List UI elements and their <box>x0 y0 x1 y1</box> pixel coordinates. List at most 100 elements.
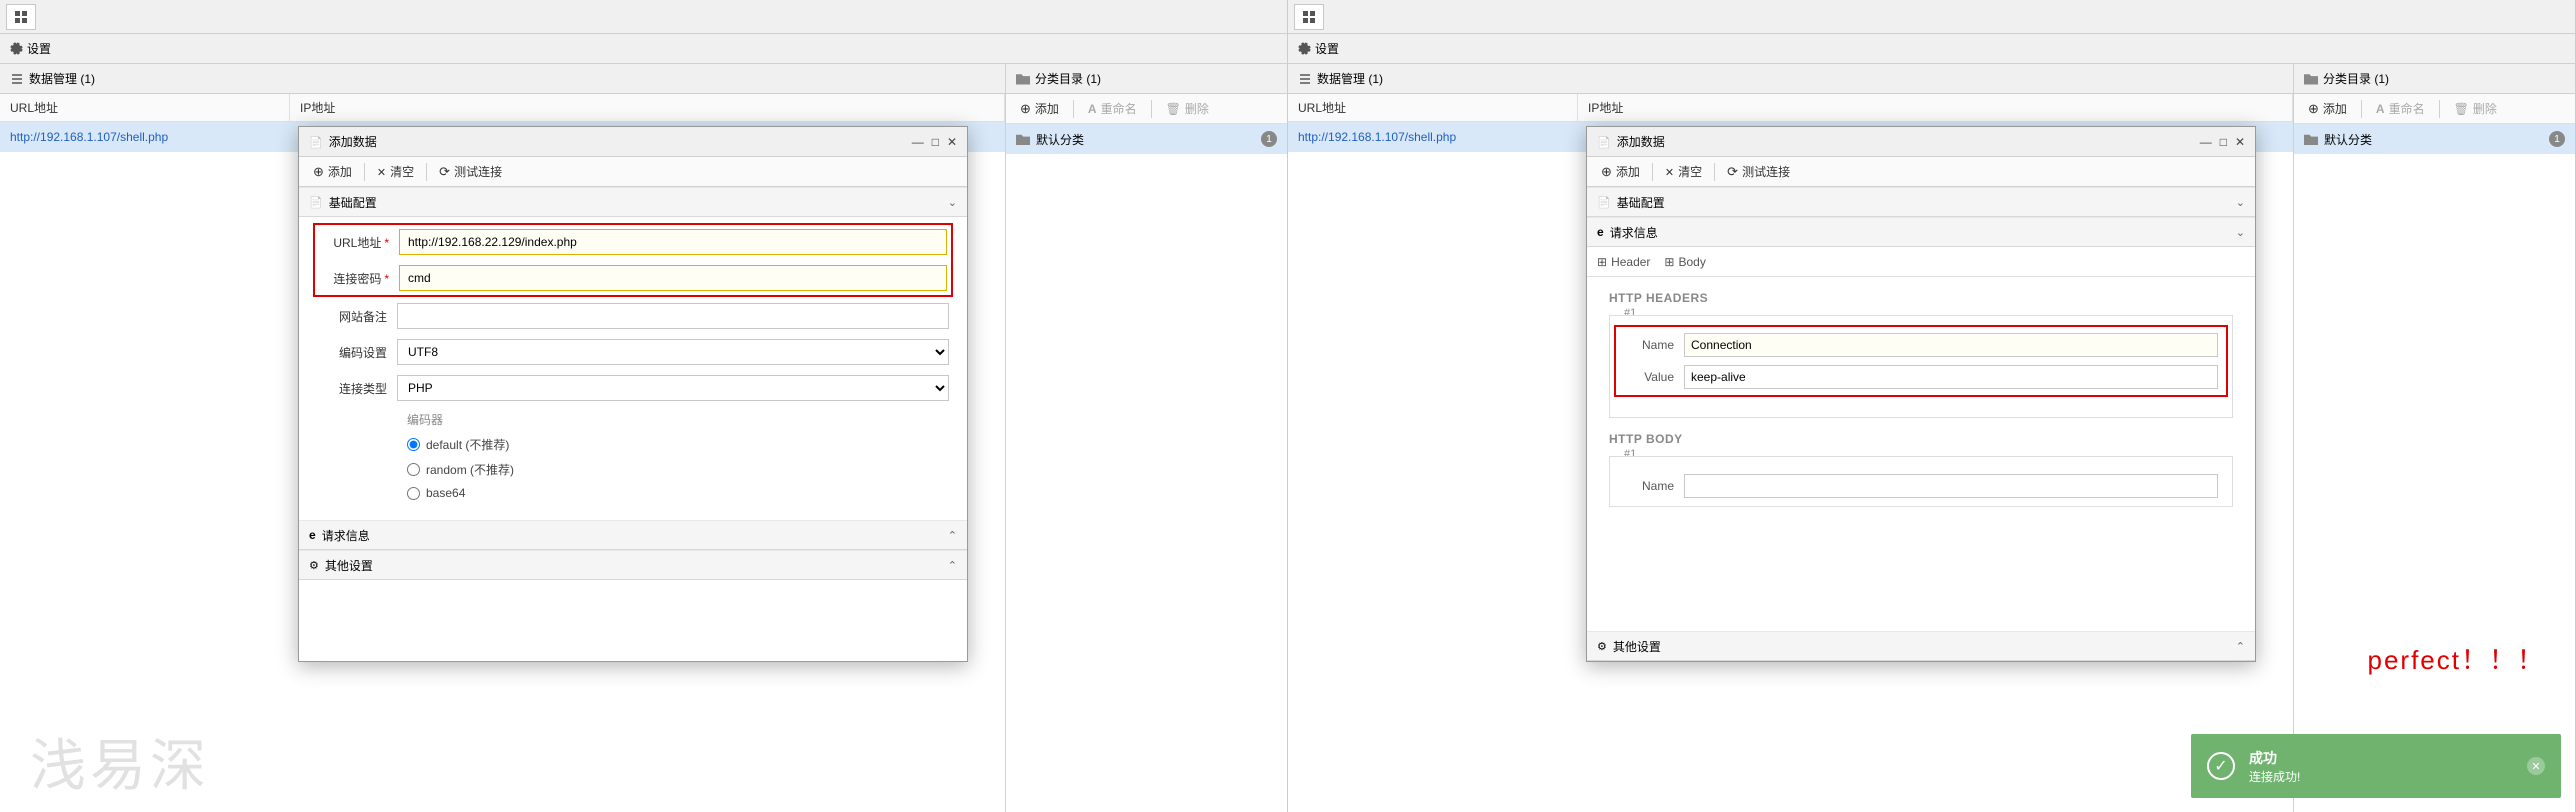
delete-button[interactable]: 🗑删除 <box>2446 97 2505 121</box>
close-button[interactable]: ✕ <box>947 135 957 149</box>
toast-subtitle: 连接成功! <box>2249 768 2300 785</box>
radio-base64[interactable]: base64 <box>407 486 949 500</box>
tab-body[interactable]: ⊞Body <box>1664 248 1705 276</box>
input-url[interactable] <box>399 229 947 255</box>
input-header-name[interactable] <box>1684 333 2218 357</box>
rename-icon: A <box>2376 102 2385 116</box>
table-header: URL地址 IP地址 <box>1288 94 2293 122</box>
toolbar-clear[interactable]: 清空 <box>369 160 422 184</box>
encoder-title: 编码器 <box>407 411 949 428</box>
trash-icon: 🗑 <box>2454 102 2469 116</box>
section-request[interactable]: 请求信息 ⌃ <box>299 520 967 550</box>
toolbar-add[interactable]: 添加 <box>1593 160 1648 184</box>
request-tabs: ⊞Header ⊞Body <box>1587 247 2255 277</box>
tab-header[interactable]: ⊞Header <box>1597 248 1650 276</box>
add-button[interactable]: 添加 <box>1012 97 1067 121</box>
settings-bar[interactable]: 设置 <box>1288 34 2575 64</box>
plus-icon <box>1601 164 1612 180</box>
trash-icon: 🗑 <box>1166 102 1181 116</box>
divider <box>1151 100 1152 118</box>
refresh-icon <box>439 164 450 180</box>
dialog-titlebar[interactable]: 添加数据 — □ ✕ <box>1587 127 2255 157</box>
edge-icon <box>309 528 316 542</box>
folder-row[interactable]: 默认分类 1 <box>2294 124 2575 154</box>
select-type[interactable]: PHP <box>397 375 949 401</box>
divider <box>1073 100 1074 118</box>
col-url[interactable]: URL地址 <box>0 94 290 121</box>
settings-label: 设置 <box>27 40 51 57</box>
document-icon <box>1597 135 1611 149</box>
data-pane-header: 数据管理 (1) <box>0 64 1005 94</box>
row-value: Value <box>1624 365 2218 389</box>
folder-icon <box>1016 133 1030 145</box>
category-header: 分类目录 (1) <box>2294 64 2575 94</box>
x-icon <box>1665 165 1674 179</box>
toolbar-test[interactable]: 测试连接 <box>1719 160 1798 184</box>
input-body-name[interactable] <box>1684 474 2218 498</box>
highlight-box: URL地址* 连接密码* <box>313 223 953 297</box>
label-password: 连接密码* <box>319 270 399 287</box>
label-note: 网站备注 <box>317 308 397 325</box>
section-basic[interactable]: 基础配置 ⌄ <box>299 187 967 217</box>
settings-label: 设置 <box>1315 40 1339 57</box>
dialog-titlebar[interactable]: 添加数据 — □ ✕ <box>299 127 967 157</box>
http-headers-title: HTTP HEADERS <box>1609 291 2233 305</box>
plus-square-icon: ⊞ <box>1597 255 1607 269</box>
delete-button[interactable]: 🗑删除 <box>1158 97 1217 121</box>
label-name: Name <box>1624 338 1684 352</box>
grid-view-button[interactable] <box>1294 4 1324 30</box>
radio-default[interactable]: default (不推荐) <box>407 436 949 453</box>
maximize-button[interactable]: □ <box>2220 135 2227 149</box>
cog-icon <box>1597 639 1607 653</box>
plus-icon <box>1020 101 1031 117</box>
col-ip[interactable]: IP地址 <box>1578 94 2293 121</box>
settings-bar[interactable]: 设置 <box>0 34 1287 64</box>
dialog-toolbar: 添加 清空 测试连接 <box>299 157 967 187</box>
section-other[interactable]: 其他设置 ⌃ <box>299 550 967 580</box>
chevron-down-icon: ⌄ <box>2236 226 2245 239</box>
label-encoding: 编码设置 <box>317 344 397 361</box>
rename-button[interactable]: A重命名 <box>2368 97 2433 121</box>
close-button[interactable]: ✕ <box>2235 135 2245 149</box>
add-button[interactable]: 添加 <box>2300 97 2355 121</box>
gear-icon <box>10 42 23 55</box>
folder-row[interactable]: 默认分类 1 <box>1006 124 1287 154</box>
chevron-down-icon: ⌄ <box>2236 196 2245 209</box>
select-encoding[interactable]: UTF8 <box>397 339 949 365</box>
input-note[interactable] <box>397 303 949 329</box>
toolbar-clear[interactable]: 清空 <box>1657 160 1710 184</box>
chevron-down-icon: ⌄ <box>948 196 957 209</box>
minimize-button[interactable]: — <box>2200 135 2212 149</box>
input-password[interactable] <box>399 265 947 291</box>
toolbar-add[interactable]: 添加 <box>305 160 360 184</box>
cog-icon <box>309 558 319 572</box>
row-encoding: 编码设置 UTF8 <box>317 339 949 365</box>
grid-view-button[interactable] <box>6 4 36 30</box>
data-mgmt-title: 数据管理 (1) <box>29 70 95 87</box>
add-data-dialog: 添加数据 — □ ✕ 添加 清空 测试连接 基础配置 ⌄ 请求信息 ⌄ ⊞Hea… <box>1586 126 2256 662</box>
section-other[interactable]: 其他设置 ⌃ <box>1587 631 2255 661</box>
col-ip[interactable]: IP地址 <box>290 94 1005 121</box>
input-header-value[interactable] <box>1684 365 2218 389</box>
section-basic[interactable]: 基础配置 ⌄ <box>1587 187 2255 217</box>
section-request[interactable]: 请求信息 ⌄ <box>1587 217 2255 247</box>
col-url[interactable]: URL地址 <box>1288 94 1578 121</box>
radio-random[interactable]: random (不推荐) <box>407 461 949 478</box>
maximize-button[interactable]: □ <box>932 135 939 149</box>
window-controls: — □ ✕ <box>2200 135 2245 149</box>
toast-close-button[interactable]: ✕ <box>2527 757 2545 775</box>
row-body-name: Name <box>1624 474 2218 498</box>
label-url: URL地址* <box>319 234 399 251</box>
top-toolbar <box>0 0 1287 34</box>
row-password: 连接密码* <box>319 265 947 291</box>
chevron-up-icon: ⌃ <box>2236 640 2245 653</box>
category-actions: 添加 A重命名 🗑删除 <box>2294 94 2575 124</box>
cell-url: http://192.168.1.107/shell.php <box>1288 122 1578 152</box>
app-right: 设置 数据管理 (1) URL地址 IP地址 http://192.168.1.… <box>1288 0 2576 812</box>
rename-button[interactable]: A重命名 <box>1080 97 1145 121</box>
folder-icon <box>2304 73 2318 85</box>
toolbar-test[interactable]: 测试连接 <box>431 160 510 184</box>
minimize-button[interactable]: — <box>912 135 924 149</box>
dialog-title: 添加数据 <box>1617 133 1665 150</box>
toast-text: 成功 连接成功! <box>2249 748 2300 785</box>
